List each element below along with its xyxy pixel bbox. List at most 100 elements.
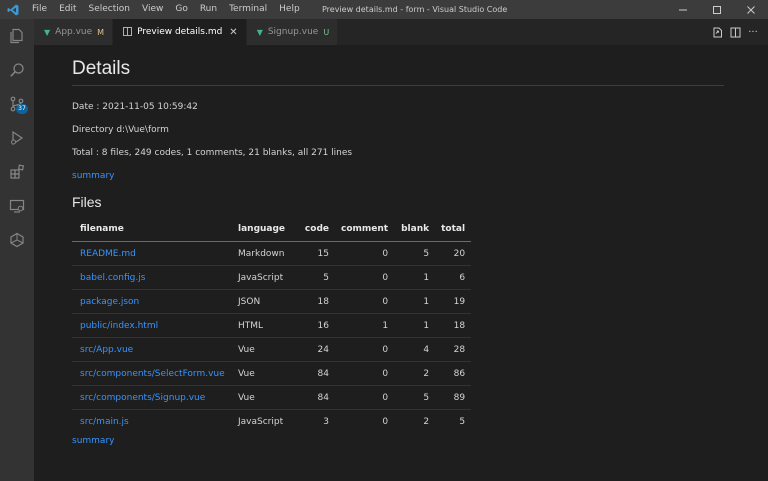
file-link[interactable]: babel.config.js bbox=[72, 265, 232, 290]
header-filename: filename bbox=[72, 217, 232, 242]
code-cell: 15 bbox=[294, 241, 335, 266]
total-cell: 5 bbox=[459, 416, 466, 427]
files-heading: Files bbox=[72, 194, 102, 210]
comment-cell: 0 bbox=[335, 361, 395, 386]
total-cell: 18 bbox=[435, 313, 472, 338]
files-table: filename language code comment blank tot… bbox=[72, 217, 472, 434]
open-source-button[interactable] bbox=[708, 23, 726, 41]
maximize-button[interactable] bbox=[700, 0, 734, 19]
menu-go[interactable]: Go bbox=[169, 0, 193, 19]
source-control-badge: 37 bbox=[16, 104, 28, 114]
window-title: Preview details.md - form - Visual Studi… bbox=[322, 5, 508, 14]
menu-run[interactable]: Run bbox=[194, 0, 223, 19]
total-cell: 20 bbox=[435, 241, 472, 266]
total-cell: 6 bbox=[435, 265, 472, 290]
blank-cell: 5 bbox=[394, 241, 436, 266]
tab-label: Preview details.md bbox=[137, 27, 223, 37]
title-bar: File Edit Selection View Go Run Terminal… bbox=[0, 0, 768, 19]
code-cell: 16 bbox=[294, 313, 335, 338]
menu-help[interactable]: Help bbox=[273, 0, 306, 19]
docker-button[interactable] bbox=[0, 223, 34, 257]
blank-cell: 1 bbox=[394, 265, 436, 290]
extensions-icon bbox=[10, 164, 25, 179]
menu-terminal[interactable]: Terminal bbox=[223, 0, 273, 19]
blank-cell: 2 bbox=[394, 361, 436, 386]
language-cell: HTML bbox=[232, 313, 294, 338]
menu-edit[interactable]: Edit bbox=[53, 0, 82, 19]
tab-preview-details-md[interactable]: Preview details.md ✕ bbox=[113, 19, 247, 45]
total-cell: 28 bbox=[435, 337, 472, 362]
language-cell: Markdown bbox=[232, 241, 294, 266]
run-debug-button[interactable] bbox=[0, 121, 34, 155]
more-actions-button[interactable]: ··· bbox=[744, 23, 762, 41]
language-cell: JavaScript bbox=[232, 265, 294, 290]
menu-view[interactable]: View bbox=[136, 0, 169, 19]
menu-file[interactable]: File bbox=[26, 0, 53, 19]
file-link[interactable]: README.md bbox=[72, 241, 232, 266]
editor-actions: ··· bbox=[708, 19, 762, 45]
comment-cell: 1 bbox=[335, 313, 395, 338]
vertical-scrollbar[interactable] bbox=[756, 45, 768, 481]
close-tab-icon[interactable]: ✕ bbox=[229, 27, 237, 38]
language-cell: JavaScript bbox=[238, 416, 284, 427]
untracked-status: U bbox=[323, 27, 330, 37]
table-header-row: filename language code comment blank tot… bbox=[72, 217, 472, 242]
language-cell: JSON bbox=[232, 289, 294, 314]
activity-bar: 37 bbox=[0, 19, 34, 481]
total-cell: 89 bbox=[435, 385, 472, 410]
vue-file-icon: ▼ bbox=[256, 27, 263, 37]
minimize-button[interactable] bbox=[666, 0, 700, 19]
summary-link-bottom[interactable]: summary bbox=[72, 436, 114, 446]
search-icon bbox=[10, 63, 24, 77]
table-row: public/index.html HTML 16 1 1 18 bbox=[72, 313, 472, 338]
blank-cell: 5 bbox=[394, 385, 436, 410]
header-total: total bbox=[435, 217, 472, 242]
comment-cell: 0 bbox=[335, 241, 395, 266]
close-icon bbox=[747, 5, 755, 14]
tab-signup-vue[interactable]: ▼ Signup.vue U bbox=[246, 19, 339, 45]
open-source-icon bbox=[713, 27, 722, 37]
file-link[interactable]: src/components/Signup.vue bbox=[72, 385, 232, 410]
header-language: language bbox=[232, 217, 294, 242]
language-cell: Vue bbox=[232, 337, 294, 362]
source-control-button[interactable]: 37 bbox=[0, 87, 34, 121]
code-cell: 84 bbox=[294, 385, 335, 410]
comment-cell: 0 bbox=[335, 265, 395, 290]
table-row: package.json JSON 18 0 1 19 bbox=[72, 289, 472, 314]
run-debug-icon bbox=[11, 130, 24, 146]
total-text: Total : 8 files, 249 codes, 1 comments, … bbox=[72, 148, 353, 158]
menu-bar: File Edit Selection View Go Run Terminal… bbox=[26, 0, 306, 19]
table-row: babel.config.js JavaScript 5 0 1 6 bbox=[72, 265, 472, 290]
file-link[interactable]: src/main.js bbox=[72, 410, 232, 434]
extensions-button[interactable] bbox=[0, 155, 34, 189]
remote-explorer-button[interactable] bbox=[0, 189, 34, 223]
header-blank: blank bbox=[394, 217, 436, 242]
code-cell: 84 bbox=[294, 361, 335, 386]
split-editor-icon bbox=[730, 27, 740, 37]
explorer-button[interactable] bbox=[0, 19, 34, 53]
table-row: src/components/SelectForm.vue Vue 84 0 2… bbox=[72, 361, 472, 386]
maximize-icon bbox=[713, 5, 721, 14]
tab-label: Signup.vue bbox=[267, 27, 319, 37]
vscode-logo-icon bbox=[0, 0, 26, 19]
file-link[interactable]: src/components/SelectForm.vue bbox=[72, 361, 232, 386]
file-link[interactable]: public/index.html bbox=[72, 313, 232, 338]
close-window-button[interactable] bbox=[734, 0, 768, 19]
minimize-icon bbox=[679, 9, 687, 10]
code-cell: 18 bbox=[294, 289, 335, 314]
file-link[interactable]: src/App.vue bbox=[72, 337, 232, 362]
search-button[interactable] bbox=[0, 53, 34, 87]
split-editor-button[interactable] bbox=[726, 23, 744, 41]
code-cell: 24 bbox=[294, 337, 335, 362]
menu-selection[interactable]: Selection bbox=[83, 0, 136, 19]
language-cell: Vue bbox=[232, 385, 294, 410]
language-cell: Vue bbox=[232, 361, 294, 386]
date-text: Date : 2021-11-05 10:59:42 bbox=[72, 102, 198, 112]
tab-app-vue[interactable]: ▼ App.vue M bbox=[34, 19, 114, 45]
summary-link[interactable]: summary bbox=[72, 171, 114, 181]
file-link[interactable]: package.json bbox=[72, 289, 232, 314]
modified-status: M bbox=[97, 27, 105, 37]
blank-cell: 1 bbox=[394, 289, 436, 314]
total-cell: 19 bbox=[435, 289, 472, 314]
header-code: code bbox=[294, 217, 335, 242]
